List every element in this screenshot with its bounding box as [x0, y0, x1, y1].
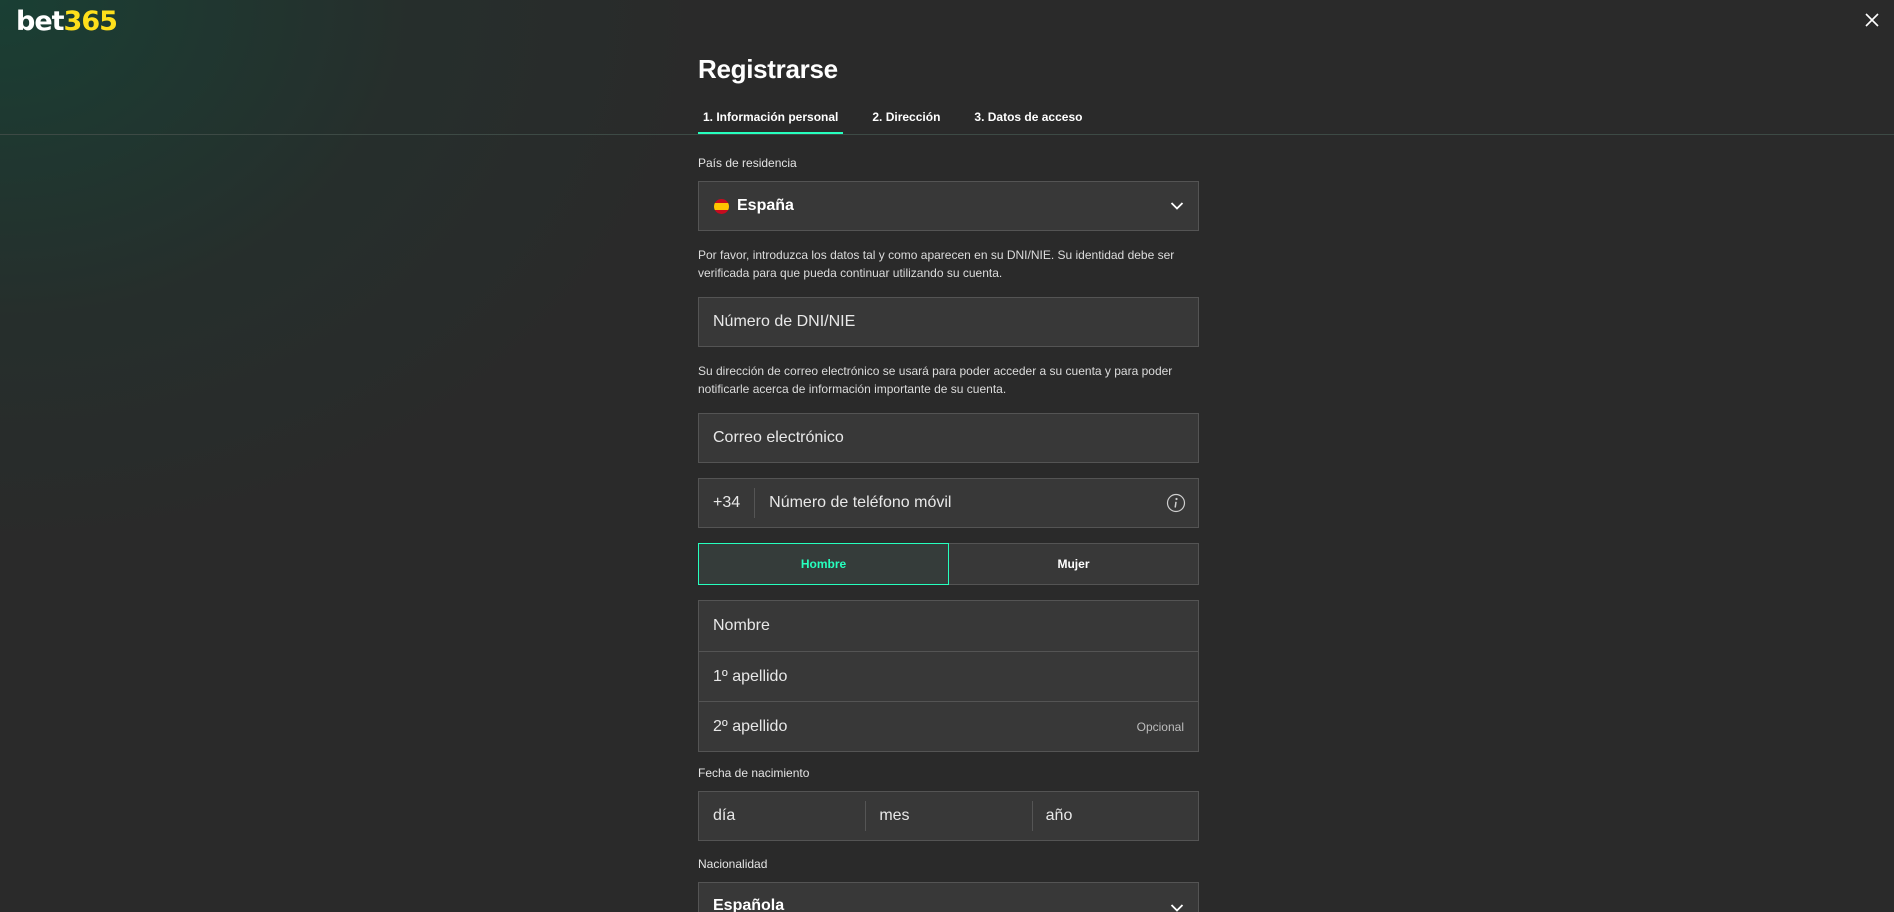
surname2-placeholder: 2º apellido — [713, 717, 788, 735]
dob-label: Fecha de nacimiento — [698, 766, 810, 780]
gender-selector: Hombre Mujer — [698, 543, 1199, 585]
nationality-value: Española — [713, 897, 785, 912]
spain-flag-icon — [714, 198, 729, 214]
surname2-input[interactable]: 2º apellido Opcional — [699, 701, 1198, 751]
dob-year-placeholder: año — [1045, 807, 1073, 824]
dob-day-placeholder: día — [713, 807, 736, 824]
dob-day-input[interactable]: día — [699, 792, 865, 840]
first-name-input[interactable]: Nombre — [699, 601, 1198, 651]
dni-info-text: Por favor, introduzca los datos tal y co… — [698, 248, 1175, 280]
country-select[interactable]: España — [698, 181, 1199, 231]
dni-placeholder: Número de DNI/NIE — [713, 313, 856, 330]
info-icon[interactable] — [1166, 493, 1186, 513]
tab-access-data[interactable]: 3. Datos de acceso — [969, 108, 1087, 133]
surname1-placeholder: 1º apellido — [713, 667, 788, 685]
surname1-input[interactable]: 1º apellido — [699, 651, 1198, 701]
phone-prefix[interactable]: +34 — [699, 488, 756, 518]
phone-placeholder: Número de teléfono móvil — [769, 494, 952, 511]
tab-personal-info[interactable]: 1. Información personal — [698, 108, 844, 134]
tab-address[interactable]: 2. Dirección — [867, 108, 945, 133]
dob-month-input[interactable]: mes — [865, 792, 1031, 840]
dob-month-placeholder: mes — [879, 807, 910, 824]
phone-input[interactable]: +34 Número de teléfono móvil — [698, 478, 1199, 528]
email-info-text: Su dirección de correo electrónico se us… — [698, 364, 1173, 396]
name-fields: Nombre 1º apellido 2º apellido Opcional — [698, 600, 1199, 752]
dob-year-input[interactable]: año — [1031, 792, 1198, 840]
email-placeholder: Correo electrónico — [713, 429, 844, 446]
first-name-placeholder: Nombre — [713, 617, 770, 634]
dob-fields: día mes año — [698, 791, 1199, 841]
header-divider — [0, 134, 1894, 135]
chevron-down-icon — [1170, 904, 1184, 912]
chevron-down-icon — [1170, 202, 1184, 210]
nationality-label: Nacionalidad — [698, 857, 768, 871]
email-input[interactable]: Correo electrónico — [698, 413, 1199, 463]
dni-input[interactable]: Número de DNI/NIE — [698, 297, 1199, 347]
gender-male-button[interactable]: Hombre — [698, 543, 949, 585]
step-tabs: 1. Información personal 2. Dirección 3. … — [698, 108, 1111, 134]
nationality-select[interactable]: Española — [698, 882, 1199, 912]
bet365-logo: bet365 — [16, 6, 118, 37]
close-icon[interactable] — [1862, 10, 1882, 30]
page-title: Registrarse — [698, 54, 838, 84]
country-value: España — [737, 197, 794, 214]
optional-tag: Opcional — [1136, 719, 1184, 734]
gender-female-button[interactable]: Mujer — [949, 543, 1199, 585]
country-label: País de residencia — [698, 156, 797, 170]
